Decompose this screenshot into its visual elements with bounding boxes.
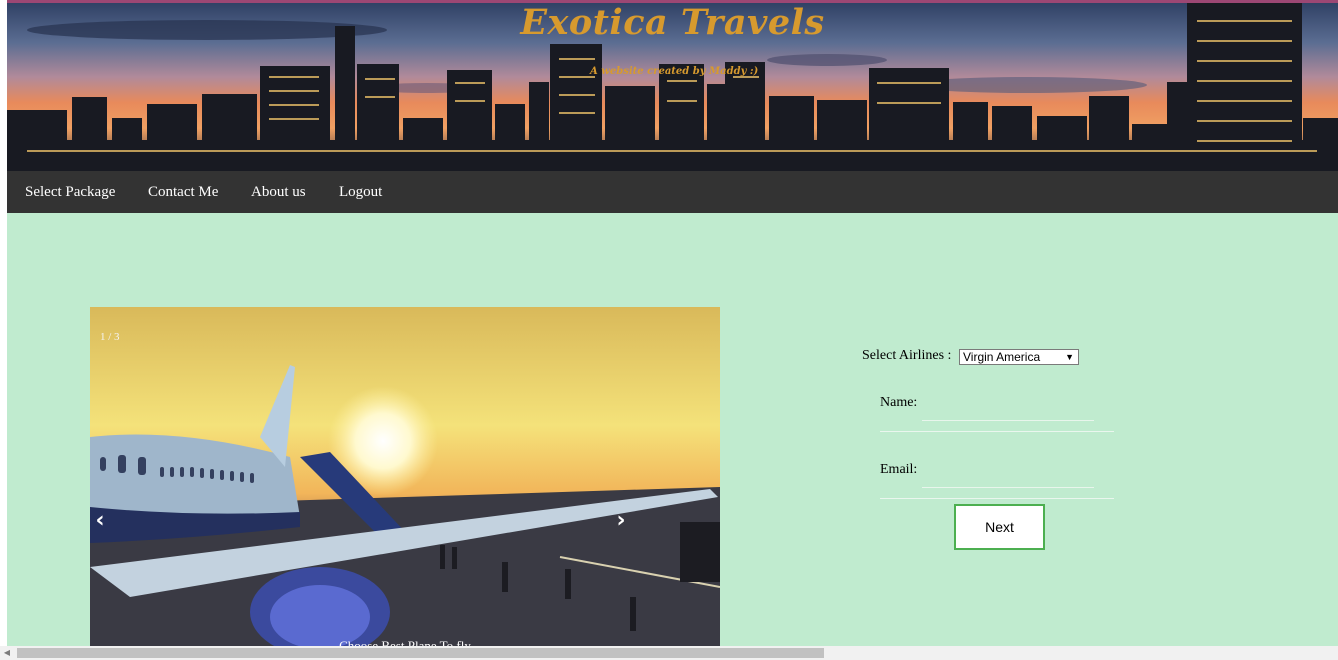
airplane-sunset-image	[90, 307, 720, 646]
page-content: Exotica Travels A website created by Mad…	[7, 0, 1338, 646]
site-subtitle: A website created by Maddy :)	[590, 66, 759, 77]
airline-select-label: Select Airlines :	[862, 348, 952, 363]
nav-item-about-us[interactable]: About us	[251, 171, 306, 213]
name-field-divider	[880, 431, 1114, 432]
nav-item-contact-me[interactable]: Contact Me	[148, 171, 218, 213]
airplane-slideshow: 1 / 3 ‹ › Choose Best Plane To fly	[90, 307, 720, 646]
name-field[interactable]	[922, 399, 1094, 421]
dropdown-arrow-icon: ▼	[1065, 352, 1074, 362]
name-field-label: Name:	[880, 395, 918, 410]
nav-item-logout[interactable]: Logout	[339, 171, 382, 213]
next-button[interactable]: Next	[954, 504, 1045, 550]
nav-item-select-package[interactable]: Select Package	[25, 171, 115, 213]
site-title: Exotica Travels	[520, 2, 825, 43]
horizontal-scrollbar[interactable]: ◀	[0, 646, 1338, 660]
scroll-left-icon[interactable]: ◀	[0, 646, 14, 660]
header-banner: Exotica Travels A website created by Mad…	[7, 0, 1338, 171]
email-field[interactable]	[922, 466, 1094, 488]
airline-selected-value: Virgin America	[963, 350, 1041, 364]
scrollbar-thumb[interactable]	[17, 648, 824, 658]
email-field-divider	[880, 498, 1114, 499]
email-field-label: Email:	[880, 462, 918, 477]
nav-bar: Select Package Contact Me About us Logou…	[7, 171, 1338, 213]
booking-form: Select Airlines : Virgin America ▼ Name:…	[862, 340, 1142, 570]
slide-caption: Choose Best Plane To fly	[339, 638, 471, 646]
chevron-right-icon[interactable]: ›	[611, 509, 631, 533]
airline-select[interactable]: Virgin America ▼	[959, 349, 1079, 365]
chevron-left-icon[interactable]: ‹	[90, 509, 110, 533]
slide-counter: 1 / 3	[100, 331, 120, 343]
